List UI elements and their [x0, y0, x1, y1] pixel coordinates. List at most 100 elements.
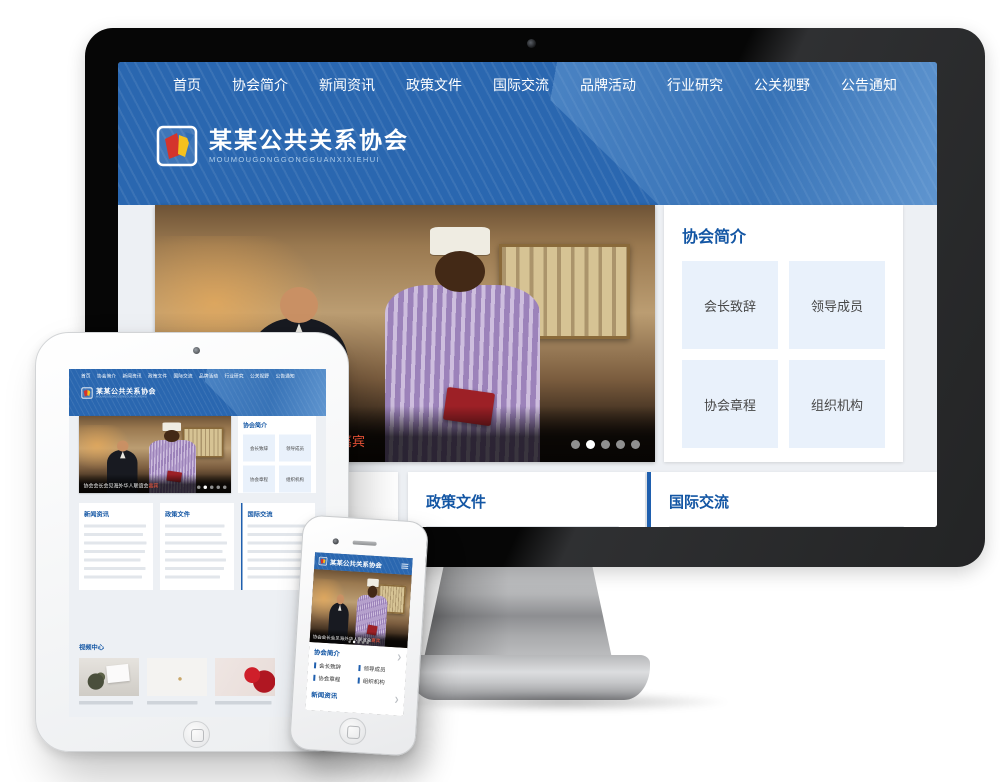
carousel-dot[interactable]: [616, 440, 625, 449]
nav-item[interactable]: 新闻资讯: [123, 372, 142, 379]
phone-about-item[interactable]: 会长致辞: [314, 661, 356, 672]
tablet-policy-column: 政策文件: [160, 503, 234, 590]
video-section-title: 视频中心: [79, 644, 104, 651]
site-logo[interactable]: 某某公共关系协会 MOUMOUGONGGONGGUANXIXIEHUI: [155, 124, 409, 168]
logo-icon: [318, 556, 328, 566]
about-button[interactable]: 组织机构: [279, 466, 311, 493]
nav-item[interactable]: 行业研究: [225, 372, 244, 379]
phone-home-button[interactable]: [338, 717, 367, 746]
carousel-dot[interactable]: [631, 440, 640, 449]
nav-item[interactable]: 新闻资讯: [319, 75, 375, 95]
page: { "site": { "nav": ["首页","协会简介","新闻资讯","…: [0, 0, 1000, 782]
nav-item[interactable]: 公告通知: [841, 75, 897, 95]
tablet-carousel[interactable]: 协会会长会见海外华人联谊会嘉宾: [79, 416, 231, 493]
about-panel: 协会简介 会长致辞领导成员协会章程组织机构: [664, 205, 903, 462]
phone-device: 某某公共关系协会 协会会长会见海外华人联谊会嘉宾 协会简介 ❯ 会长致辞领导成员…: [289, 514, 429, 756]
phone-carousel[interactable]: 协会会长会见海外华人联谊会嘉宾: [310, 569, 412, 648]
nav-item[interactable]: 品牌活动: [580, 75, 636, 95]
carousel-dot[interactable]: [197, 486, 201, 490]
nav-item[interactable]: 公关视野: [754, 75, 810, 95]
tablet-site-logo[interactable]: 某某公共关系协会 MOUMOUGONGGONGGUANXIXIEHUI: [81, 387, 156, 399]
about-button[interactable]: 领导成员: [789, 261, 885, 349]
hamburger-menu-icon[interactable]: [401, 562, 408, 569]
carousel-dot[interactable]: [586, 440, 595, 449]
about-button[interactable]: 会长致辞: [682, 261, 778, 349]
about-buttons: 会长致辞领导成员协会章程组织机构: [682, 261, 885, 448]
nav-item[interactable]: 国际交流: [493, 75, 549, 95]
video-thumbnail[interactable]: [147, 658, 207, 696]
text-line: [165, 567, 224, 570]
nav-item[interactable]: 协会简介: [232, 75, 288, 95]
tablet-site-body: 协会会长会见海外华人联谊会嘉宾 协会简介 会长致辞领导成员协会章程组织机构 新闻…: [69, 416, 326, 717]
video-thumbnail[interactable]: [79, 658, 139, 696]
phone-site-title: 某某公共关系协会: [330, 557, 382, 570]
tablet-about-panel: 协会简介 会长致辞领导成员协会章程组织机构: [238, 416, 316, 493]
phone-about-item[interactable]: 组织机构: [358, 677, 400, 688]
text-line: [248, 533, 309, 536]
text-line: [248, 576, 303, 579]
phone-camera-icon: [333, 538, 339, 544]
carousel-dot[interactable]: [601, 440, 610, 449]
policy-panel-title: 政策文件: [426, 491, 627, 512]
about-button[interactable]: 协会章程: [682, 360, 778, 448]
about-button[interactable]: 会长致辞: [243, 435, 275, 462]
logo-icon: [155, 124, 199, 168]
text-line: [669, 526, 904, 527]
nav-item[interactable]: 协会简介: [97, 372, 116, 379]
about-button[interactable]: 组织机构: [789, 360, 885, 448]
monitor-stand-neck: [423, 565, 613, 663]
phone-about-item[interactable]: 领导成员: [358, 664, 400, 675]
text-line: [165, 525, 225, 528]
carousel-dot[interactable]: [203, 486, 207, 490]
tablet-news-column: 新闻资讯: [79, 503, 153, 590]
carousel-caption: 协会会长会见海外华人联谊会嘉宾: [79, 474, 231, 493]
text-line: [248, 550, 307, 553]
text-line: [84, 533, 143, 536]
nav-item[interactable]: 公关视野: [250, 372, 269, 379]
chevron-right-icon: ❯: [397, 653, 402, 660]
tablet-home-button[interactable]: [183, 721, 210, 748]
nav-item[interactable]: 政策文件: [406, 75, 462, 95]
nav-item[interactable]: 公告通知: [276, 372, 295, 379]
about-button[interactable]: 领导成员: [279, 435, 311, 462]
nav-item[interactable]: 国际交流: [174, 372, 193, 379]
carousel-dot[interactable]: [216, 486, 220, 490]
text-line: [248, 525, 308, 528]
nav-item[interactable]: 首页: [81, 372, 91, 379]
nav-item[interactable]: 政策文件: [148, 372, 167, 379]
chevron-right-icon: ❯: [394, 696, 399, 703]
nav-item[interactable]: 行业研究: [667, 75, 723, 95]
logo-icon: [81, 387, 93, 399]
international-panel: 国际交流: [647, 472, 937, 527]
carousel-dot[interactable]: [357, 641, 360, 644]
carousel-dot[interactable]: [353, 641, 356, 644]
text-line: [84, 550, 145, 553]
carousel-dot[interactable]: [223, 486, 227, 490]
text-line: [84, 559, 140, 562]
nav-item[interactable]: 品牌活动: [199, 372, 218, 379]
video-thumbnail[interactable]: [215, 658, 275, 696]
phone-about-item[interactable]: 协会章程: [313, 674, 355, 685]
policy-panel: 政策文件: [408, 472, 645, 527]
carousel-dot[interactable]: [210, 486, 214, 490]
carousel-dot[interactable]: [571, 440, 580, 449]
carousel-dot[interactable]: [366, 642, 369, 645]
video-caption-line: [79, 701, 133, 705]
nav-item[interactable]: 首页: [173, 75, 201, 95]
site-header: 首页 协会简介 新闻资讯 政策文件 国际交流 品牌活动 行业研究 公关视野 公告通知 某某公共关…: [118, 62, 937, 205]
tablet-columns: 新闻资讯 政策文件 国际交流: [79, 503, 316, 590]
text-line: [84, 525, 146, 528]
site-title-pinyin: MOUMOUGONGGONGGUANXIXIEHUI: [209, 155, 409, 164]
text-line: [426, 526, 619, 527]
about-button[interactable]: 协会章程: [243, 466, 275, 493]
text-line: [165, 550, 223, 553]
text-line: [165, 559, 226, 562]
carousel-dot[interactable]: [362, 641, 365, 644]
video-caption-line: [215, 701, 271, 705]
carousel-dot[interactable]: [348, 640, 351, 643]
phone-speaker: [353, 540, 377, 545]
text-line: [84, 567, 145, 570]
tablet-camera-icon: [193, 347, 200, 354]
about-panel-title: 协会简介: [682, 229, 746, 246]
tablet-video-section: 视频中心: [79, 642, 316, 705]
